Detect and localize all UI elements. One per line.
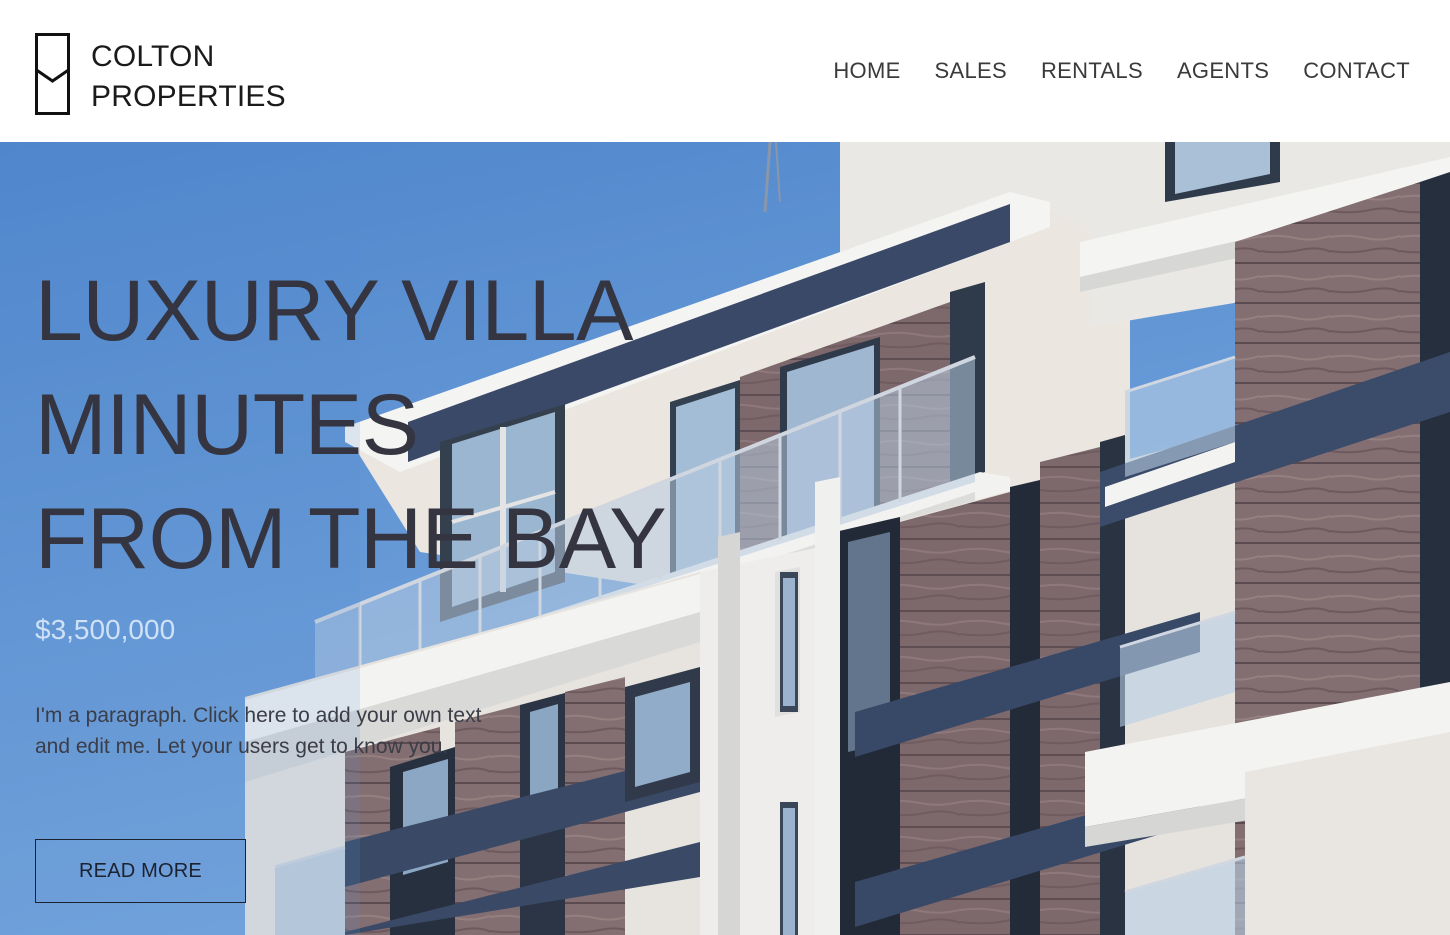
- listing-price: $3,500,000: [35, 614, 176, 645]
- brand-logo[interactable]: COLTON PROPERTIES: [35, 33, 286, 117]
- page: COLTON PROPERTIES HOME SALES RENTALS AGE…: [0, 0, 1450, 935]
- brand-name-line2: PROPERTIES: [91, 80, 286, 113]
- brand-name-line1: COLTON: [91, 40, 215, 73]
- nav-rentals[interactable]: RENTALS: [1041, 56, 1143, 86]
- hero-section: LUXURY VILLA MINUTES FROM THE BAY $3,500…: [0, 142, 1450, 935]
- read-more-button[interactable]: READ MORE: [35, 839, 246, 903]
- nav-agents[interactable]: AGENTS: [1177, 56, 1269, 86]
- paragraph-line-1: I'm a paragraph. Click here to add your …: [35, 704, 482, 727]
- brand-name: COLTON PROPERTIES: [91, 37, 286, 117]
- nav-contact[interactable]: CONTACT: [1303, 56, 1410, 86]
- hero-headline: LUXURY VILLA MINUTES FROM THE BAY: [35, 254, 667, 596]
- paragraph-line-2: and edit me. Let your users get to know …: [35, 735, 449, 758]
- headline-line-3: FROM THE BAY: [35, 491, 667, 587]
- headline-line-1: LUXURY VILLA: [35, 263, 633, 359]
- hero-paragraph: I'm a paragraph. Click here to add your …: [35, 700, 555, 762]
- main-nav: HOME SALES RENTALS AGENTS CONTACT: [833, 56, 1410, 86]
- site-header: COLTON PROPERTIES HOME SALES RENTALS AGE…: [0, 0, 1450, 142]
- nav-sales[interactable]: SALES: [935, 56, 1007, 86]
- logo-icon: [35, 33, 70, 115]
- nav-home[interactable]: HOME: [833, 56, 900, 86]
- headline-line-2: MINUTES: [35, 377, 419, 473]
